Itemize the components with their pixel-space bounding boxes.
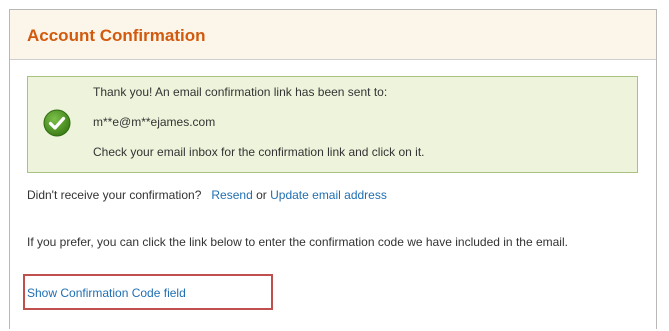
panel-header: Account Confirmation xyxy=(10,10,656,60)
success-message-text: Thank you! An email confirmation link ha… xyxy=(93,85,388,99)
masked-email: m**e@m**ejames.com xyxy=(93,115,216,129)
confirmation-code-description: If you prefer, you can click the link be… xyxy=(27,235,568,249)
account-confirmation-panel: Account Confirmation Thank you! An email… xyxy=(9,9,657,329)
inbox-instructions: Check your email inbox for the confirmat… xyxy=(93,145,425,159)
show-confirmation-code-link[interactable]: Show Confirmation Code field xyxy=(27,286,186,300)
resend-line: Didn't receive your confirmation? Resend … xyxy=(27,188,387,202)
checkmark-icon xyxy=(43,109,71,137)
or-text: or xyxy=(256,188,267,202)
resend-prompt: Didn't receive your confirmation? xyxy=(27,188,202,202)
update-email-link[interactable]: Update email address xyxy=(270,188,387,202)
page-title: Account Confirmation xyxy=(27,26,206,45)
success-message-box: Thank you! An email confirmation link ha… xyxy=(27,76,638,173)
resend-link[interactable]: Resend xyxy=(211,188,252,202)
